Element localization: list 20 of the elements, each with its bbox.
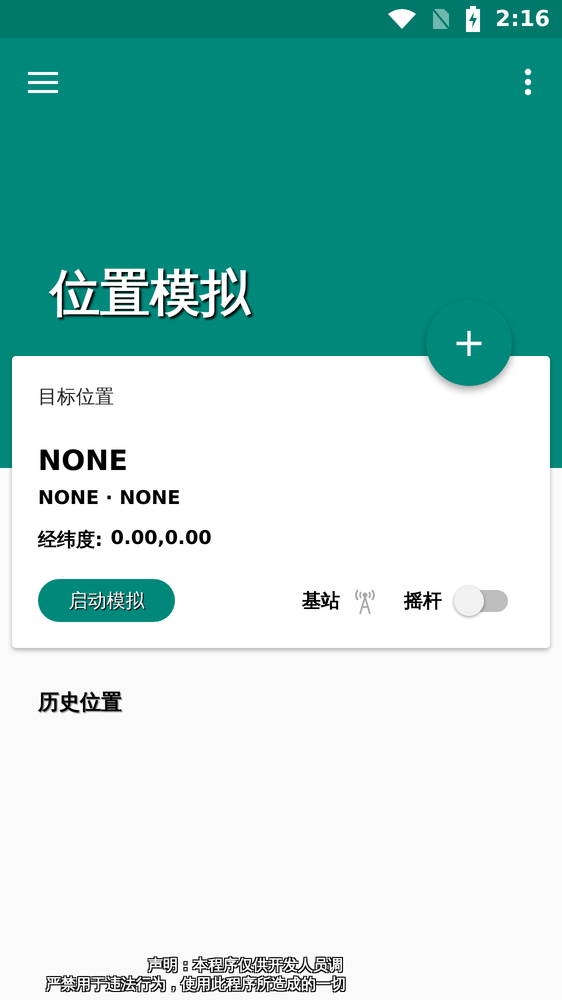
status-time: 2:16 <box>495 6 550 32</box>
battery-charging-icon <box>465 6 482 32</box>
disclaimer-text: 声明：本程序仅供开发人员调 <box>148 956 343 975</box>
page-title: 位置模拟 <box>50 268 252 318</box>
add-button[interactable]: + <box>426 300 512 386</box>
base-station-label: 基站 <box>302 588 340 614</box>
joystick-label: 摇杆 <box>404 588 442 614</box>
antenna-icon[interactable] <box>352 586 378 614</box>
menu-icon[interactable] <box>28 70 60 94</box>
coords-label: 经纬度: <box>38 528 103 553</box>
disclaimer-text: 严禁用于违法行为，使用此程序所造成的一切 <box>46 975 346 994</box>
more-options-icon[interactable] <box>524 68 532 96</box>
location-region: NONE · NONE <box>38 487 182 509</box>
wifi-icon <box>387 8 418 30</box>
no-sim-icon <box>431 7 452 31</box>
location-name: NONE <box>38 444 129 477</box>
coords-value: 0.00,0.00 <box>110 527 212 551</box>
start-simulation-button[interactable]: 启动模拟 <box>38 579 175 622</box>
history-title: 历史位置 <box>38 689 123 716</box>
card-label: 目标位置 <box>38 385 115 410</box>
